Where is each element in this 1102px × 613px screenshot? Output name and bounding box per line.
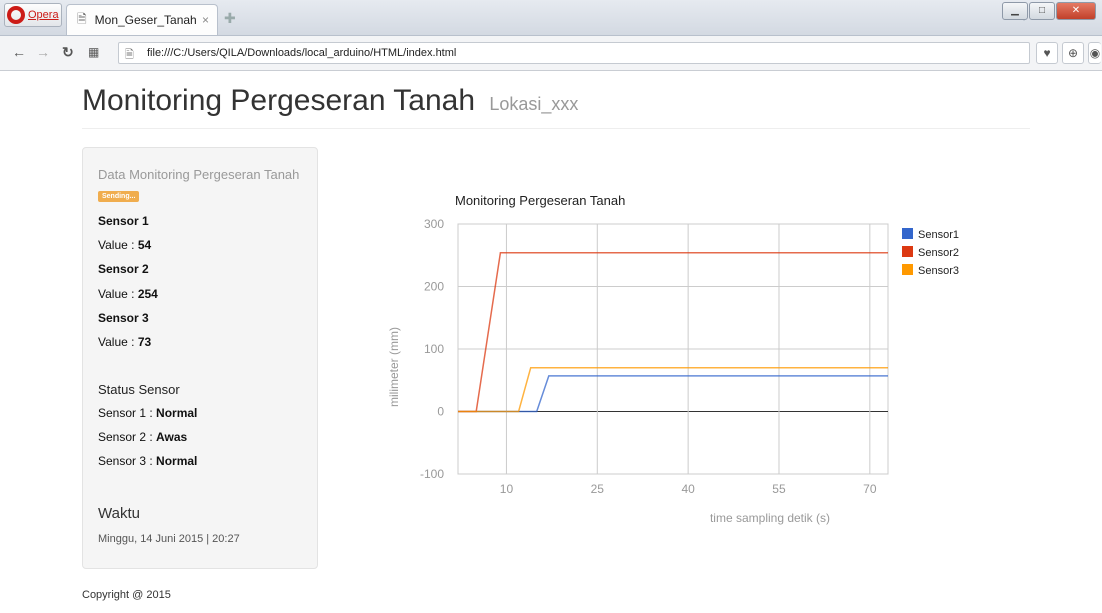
sensor-name: Sensor 3 [98, 311, 149, 325]
browser-nav-bar: ← → ↻ ▦ 🗎 file:///C:/Users/QILA/Download… [0, 36, 1102, 71]
minimize-icon[interactable]: ▁ [1002, 2, 1028, 20]
value-label: Value : [98, 287, 138, 301]
status-heading: Status Sensor [98, 382, 180, 397]
page-icon: 🗎 [77, 11, 87, 26]
legend-label: Sensor1 [918, 229, 959, 241]
status-row: Sensor 2 : Awas [98, 430, 187, 444]
close-window-icon[interactable]: ✕ [1056, 2, 1096, 20]
address-text: file:///C:/Users/QILA/Downloads/local_ar… [147, 47, 457, 59]
panel-heading: Data Monitoring Pergeseran Tanah [98, 167, 300, 182]
value-label: Value : [98, 335, 138, 349]
x-axis-label: time sampling detik (s) [710, 511, 830, 525]
y-tick-label: 0 [437, 405, 444, 419]
legend-swatch [902, 228, 913, 239]
window-controls: ▁ □ ✕ [1002, 2, 1096, 20]
status-value: Normal [156, 406, 198, 420]
status-row: Sensor 1 : Normal [98, 406, 197, 420]
x-tick-label: 40 [681, 482, 695, 496]
opera-logo-icon [7, 6, 25, 24]
legend-swatch [902, 264, 913, 275]
page-icon: 🗎 [125, 49, 134, 61]
maximize-icon[interactable]: □ [1029, 2, 1055, 20]
browser-tab[interactable]: 🗎 Mon_Geser_Tanah × [66, 4, 218, 35]
status-value: Awas [156, 430, 188, 444]
divider [82, 128, 1030, 129]
speed-dial-icon[interactable]: ▦ [88, 45, 99, 59]
page-title: Monitoring Pergeseran Tanah Lokasi_xxx [82, 84, 578, 118]
chart-series [458, 252, 888, 413]
chart-title: Monitoring Pergeseran Tanah [455, 193, 625, 208]
copyright: Copyright @ 2015 [82, 589, 171, 601]
time-heading: Waktu [98, 505, 140, 522]
y-axis-label: milimeter (mm) [387, 327, 401, 407]
chart-grid [457, 223, 889, 475]
sensor-value-row: Value : 254 [98, 287, 158, 301]
y-tick-label: 300 [424, 217, 444, 231]
account-icon[interactable]: ◉ [1088, 42, 1101, 64]
status-label: Sensor 1 : [98, 406, 157, 420]
legend-swatch [902, 246, 913, 257]
tab-close-button[interactable]: × [202, 13, 209, 27]
page-title-text: Monitoring Pergeseran Tanah [82, 84, 476, 117]
status-value: Normal [156, 454, 198, 468]
series-line-sensor2 [458, 252, 888, 413]
series-line-sensor1 [458, 375, 888, 413]
legend-label: Sensor3 [918, 265, 959, 277]
timestamp: Minggu, 14 Juni 2015 | 20:27 [98, 533, 240, 545]
sensor-value: 54 [137, 238, 152, 252]
heart-icon[interactable]: ♥ [1036, 42, 1058, 64]
y-tick-label: -100 [420, 467, 444, 481]
back-icon[interactable]: ← [12, 44, 26, 60]
opera-menu-button[interactable]: Opera [4, 3, 62, 27]
monitoring-panel: Data Monitoring Pergeseran Tanah Sending… [82, 147, 318, 569]
x-tick-label: 55 [772, 482, 786, 496]
tab-title: Mon_Geser_Tanah [94, 13, 197, 27]
sensor-value-row: Value : 54 [98, 238, 151, 252]
status-row: Sensor 3 : Normal [98, 454, 197, 468]
sensor-name: Sensor 2 [98, 262, 149, 276]
download-icon[interactable]: ⊕ [1062, 42, 1084, 64]
forward-icon[interactable]: → [36, 44, 50, 60]
x-tick-label: 70 [863, 482, 877, 496]
line-chart: Monitoring Pergeseran Tanah milimeter (m… [387, 193, 959, 525]
value-label: Value : [98, 238, 138, 252]
legend-label: Sensor2 [918, 247, 959, 259]
reload-icon[interactable]: ↻ [62, 44, 74, 61]
address-bar[interactable]: 🗎 file:///C:/Users/QILA/Downloads/local_… [118, 42, 1030, 64]
location-subtitle: Lokasi_xxx [489, 94, 579, 114]
y-tick-label: 100 [424, 342, 444, 356]
status-badge: Sending... [98, 191, 140, 202]
sensor-name: Sensor 1 [98, 214, 149, 228]
new-tab-icon[interactable]: ✚ [224, 10, 236, 27]
y-tick-label: 200 [424, 280, 444, 294]
series-line-sensor3 [458, 367, 888, 413]
opera-menu-label: Opera [28, 9, 59, 21]
status-label: Sensor 3 : [98, 454, 157, 468]
status-label: Sensor 2 : [98, 430, 157, 444]
x-tick-label: 10 [500, 482, 514, 496]
browser-tab-bar: Opera 🗎 Mon_Geser_Tanah × ✚ ▿ ▁ □ ✕ [0, 0, 1102, 36]
x-tick-label: 25 [591, 482, 605, 496]
sensor-value-row: Value : 73 [98, 335, 151, 349]
sensor-value: 254 [137, 287, 158, 301]
chart-ticks: 300 200 100 0 -100 10 25 40 55 70 [420, 217, 877, 496]
chart-legend: Sensor1 Sensor2 Sensor3 [902, 228, 959, 277]
sensor-value: 73 [137, 335, 152, 349]
